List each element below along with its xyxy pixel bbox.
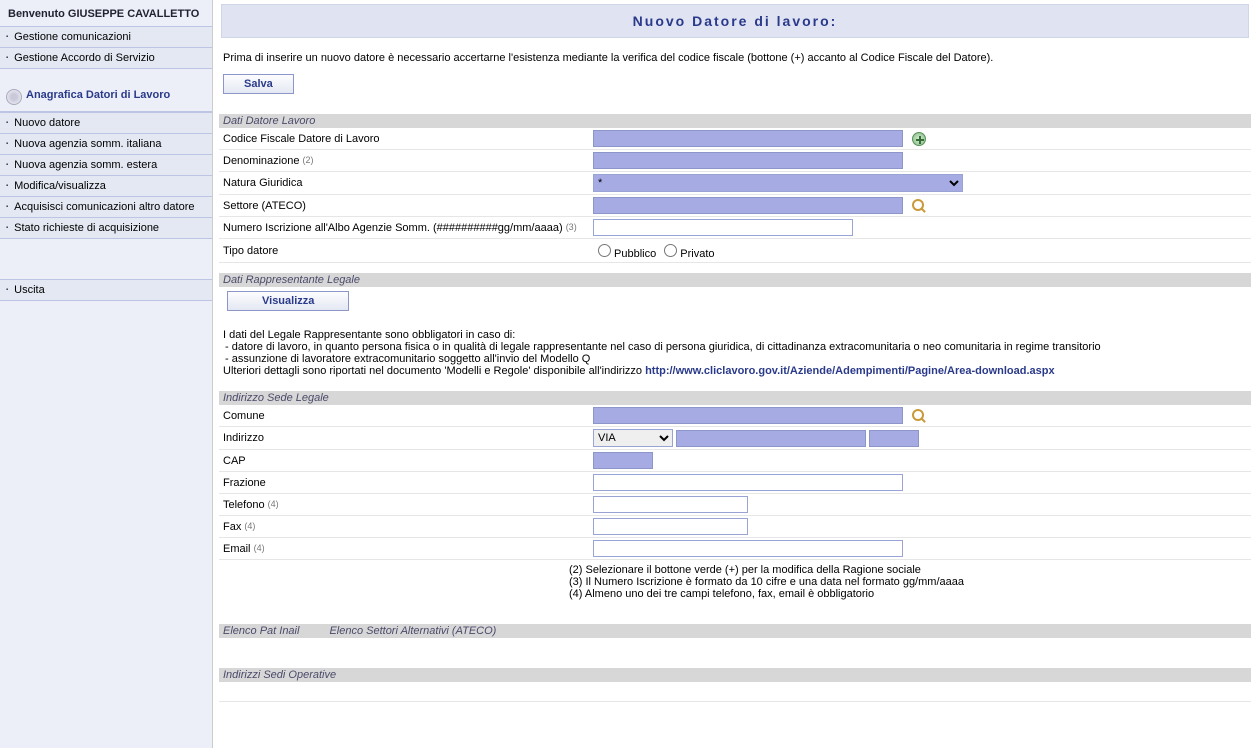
sidebar-item-modifica[interactable]: Modifica/visualizza	[0, 176, 212, 197]
input-indirizzo-num[interactable]	[869, 430, 919, 447]
label-pubblico: Pubblico	[614, 248, 656, 260]
input-iscrizione[interactable]	[593, 219, 853, 236]
elenco-ateco: Elenco Settori Alternativi (ATECO)	[329, 625, 496, 637]
input-codice-fiscale[interactable]	[593, 130, 903, 147]
section-sede-legale: Indirizzo Sede Legale	[219, 391, 1251, 405]
input-fax[interactable]	[593, 518, 748, 535]
label-frazione: Frazione	[219, 472, 589, 494]
label-iscrizione: Numero Iscrizione all'Albo Agenzie Somm.…	[223, 222, 563, 234]
sidebar-section-title: Anagrafica Datori di Lavoro	[26, 89, 170, 101]
sidebar-item-gestione-comunicazioni[interactable]: Gestione comunicazioni	[0, 27, 212, 48]
main-content: Nuovo Datore di lavoro: Prima di inserir…	[213, 0, 1257, 748]
legal-more: Ulteriori dettagli sono riportati nel do…	[223, 365, 645, 377]
radio-privato[interactable]	[664, 244, 677, 257]
footnotes: (2) Selezionare il bottone verde (+) per…	[219, 560, 1251, 604]
input-email[interactable]	[593, 540, 903, 557]
plus-icon[interactable]	[912, 132, 926, 146]
save-button[interactable]: Salva	[223, 74, 294, 94]
visualizza-button[interactable]: Visualizza	[227, 291, 349, 311]
gear-icon	[6, 89, 22, 105]
legal-li1: datore di lavoro, in quanto persona fisi…	[225, 341, 1247, 353]
label-indirizzo: Indirizzo	[219, 427, 589, 450]
sidebar-item-nuova-agenzia-it[interactable]: Nuova agenzia somm. italiana	[0, 134, 212, 155]
label-email: Email	[223, 543, 251, 555]
label-denominazione: Denominazione	[223, 155, 299, 167]
sidebar-item-acquisisci[interactable]: Acquisisci comunicazioni altro datore	[0, 197, 212, 218]
input-cap[interactable]	[593, 452, 653, 469]
input-denominazione[interactable]	[593, 152, 903, 169]
sidebar-item-uscita[interactable]: Uscita	[0, 280, 212, 301]
label-fax: Fax	[223, 521, 241, 533]
label-comune: Comune	[219, 405, 589, 427]
sidebar: Benvenuto GIUSEPPE CAVALLETTO Gestione c…	[0, 0, 213, 748]
legal-li2: assunzione di lavoratore extracomunitari…	[225, 353, 1247, 365]
instruction-text: Prima di inserire un nuovo datore è nece…	[223, 52, 1247, 64]
elenco-pat: Elenco Pat Inail	[223, 625, 299, 637]
legal-link[interactable]: http://www.cliclavoro.gov.it/Aziende/Ade…	[645, 365, 1055, 377]
label-privato: Privato	[680, 248, 714, 260]
page-title: Nuovo Datore di lavoro:	[221, 4, 1249, 38]
sidebar-item-nuovo-datore[interactable]: Nuovo datore	[0, 113, 212, 134]
note-iscrizione: (3)	[566, 222, 577, 232]
label-codice-fiscale: Codice Fiscale Datore di Lavoro	[219, 128, 589, 150]
sidebar-section-anagrafica: Anagrafica Datori di Lavoro	[0, 79, 212, 112]
note-telefono: (4)	[268, 499, 279, 509]
search-icon[interactable]	[912, 199, 926, 213]
label-telefono: Telefono	[223, 499, 265, 511]
select-natura-giuridica[interactable]: *	[593, 174, 963, 192]
label-settore: Settore (ATECO)	[219, 195, 589, 217]
note-3: (3) Il Numero Iscrizione è formato da 10…	[569, 576, 1247, 588]
label-tipo-datore: Tipo datore	[219, 239, 589, 263]
section-rappresentante: Dati Rappresentante Legale	[219, 273, 1251, 287]
sidebar-item-nuova-agenzia-est[interactable]: Nuova agenzia somm. estera	[0, 155, 212, 176]
search-icon[interactable]	[912, 409, 926, 423]
legal-intro: I dati del Legale Rappresentante sono ob…	[223, 329, 1247, 341]
select-indirizzo-tipo[interactable]: VIA	[593, 429, 673, 447]
note-denominazione: (2)	[303, 155, 314, 165]
sidebar-item-gestione-accordo[interactable]: Gestione Accordo di Servizio	[0, 48, 212, 69]
section-sedi-operative: Indirizzi Sedi Operative	[219, 668, 1251, 682]
section-elenchi: Elenco Pat Inail Elenco Settori Alternat…	[219, 624, 1251, 638]
note-2: (2) Selezionare il bottone verde (+) per…	[569, 564, 1247, 576]
sidebar-item-stato-richieste[interactable]: Stato richieste di acquisizione	[0, 218, 212, 239]
note-4: (4) Almeno uno dei tre campi telefono, f…	[569, 588, 1247, 600]
note-fax: (4)	[244, 521, 255, 531]
input-frazione[interactable]	[593, 474, 903, 491]
section-dati-datore: Dati Datore Lavoro	[219, 114, 1251, 128]
radio-pubblico[interactable]	[598, 244, 611, 257]
welcome-text: Benvenuto GIUSEPPE CAVALLETTO	[0, 0, 212, 26]
input-indirizzo[interactable]	[676, 430, 866, 447]
input-telefono[interactable]	[593, 496, 748, 513]
input-settore[interactable]	[593, 197, 903, 214]
label-natura: Natura Giuridica	[219, 172, 589, 195]
legal-text-block: I dati del Legale Rappresentante sono ob…	[219, 325, 1251, 381]
input-comune[interactable]	[593, 407, 903, 424]
label-cap: CAP	[219, 450, 589, 472]
note-email: (4)	[254, 543, 265, 553]
